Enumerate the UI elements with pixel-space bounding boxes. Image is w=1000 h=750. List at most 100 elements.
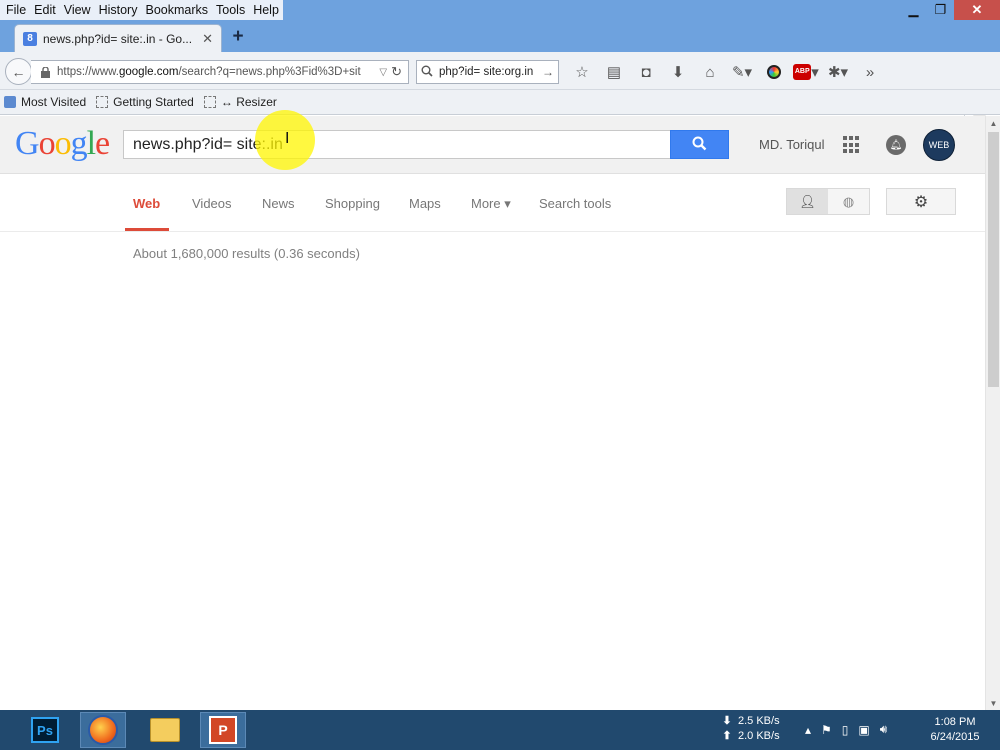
lock-icon [39, 66, 51, 78]
extension-color-icon[interactable] [758, 62, 790, 82]
text-cursor-icon: I [285, 130, 290, 147]
bookmark-resizer[interactable]: ↔ Resizer [203, 95, 277, 109]
upload-arrow-icon: ⬆ [722, 730, 732, 742]
tab-videos[interactable]: Videos [192, 196, 232, 211]
eyedropper-icon[interactable]: ✎▾ [726, 62, 758, 82]
bookmarks-toolbar: Most Visited Getting Started ↔ Resizer [0, 90, 1000, 115]
battery-icon[interactable]: ▯ [842, 723, 849, 737]
network-icon[interactable]: ▣ [858, 723, 869, 737]
tab-maps[interactable]: Maps [409, 196, 441, 211]
folder-icon [150, 718, 180, 742]
download-arrow-icon: ⬇ [722, 715, 732, 727]
network-speed: ⬇ 2.5 KB/s ⬆ 2.0 KB/s [716, 714, 796, 744]
reading-list-icon[interactable]: ▤ [598, 62, 630, 82]
extension-puzzle-icon[interactable]: ✱▾ [822, 62, 854, 82]
scroll-up-icon[interactable]: ▲ [986, 116, 1000, 130]
bookmark-star-icon[interactable]: ☆ [566, 62, 598, 82]
menu-history[interactable]: History [95, 0, 142, 20]
page-icon [203, 96, 216, 108]
search-bar-value: php?id= site:org.in [439, 66, 534, 78]
browser-search-bar[interactable]: php?id= site:org.in → [416, 60, 559, 84]
action-center-icon[interactable]: ⚑ [821, 723, 832, 737]
logo-letter: l [86, 125, 97, 162]
overflow-chevron-icon[interactable]: » [854, 62, 886, 82]
bookmark-most-visited[interactable]: Most Visited [4, 95, 86, 109]
maximize-button[interactable]: ❐ [927, 0, 954, 20]
google-results-page: Google news.php?id= site:.in MD. Toriqul… [0, 116, 985, 710]
close-button[interactable]: ✕ [954, 0, 1000, 20]
back-button[interactable]: ← [5, 58, 32, 85]
reload-icon[interactable]: ↻ [391, 64, 402, 80]
logo-letter: o [54, 125, 72, 162]
adblock-icon[interactable]: ABP ▾ [790, 62, 822, 82]
google-logo[interactable]: Google [15, 125, 110, 163]
most-visited-icon [4, 96, 16, 108]
menu-file[interactable]: File [2, 0, 30, 20]
search-icon [421, 65, 433, 80]
apps-grid-icon[interactable] [843, 136, 861, 154]
volume-icon[interactable]: 🔊︎ [880, 722, 888, 737]
tab-title: news.php?id= site:.in - Go... [43, 31, 193, 46]
search-tools-button[interactable]: Search tools [539, 196, 611, 211]
tab-news[interactable]: News [262, 196, 295, 211]
tab-web[interactable]: Web [133, 196, 160, 211]
personal-results-icon[interactable]: 👤︎ [787, 189, 828, 214]
page-scrollbar[interactable]: ▲ ▼ [985, 116, 1000, 710]
powerpoint-icon: P [209, 716, 237, 744]
search-icon [692, 136, 707, 154]
url-dropdown-icon[interactable]: ▽ [379, 67, 387, 78]
firefox-icon [88, 715, 118, 745]
logo-letter: g [70, 125, 88, 162]
bookmark-getting-started[interactable]: Getting Started [96, 95, 194, 109]
logo-letter: e [95, 125, 110, 162]
address-bar[interactable]: https://www.google.com/search?q=news.php… [31, 60, 409, 84]
window-controls: ▁ ❐ ✕ [900, 0, 1000, 20]
taskbar-firefox[interactable] [80, 712, 126, 748]
system-tray: ▴ ⚑ ▯ ▣ 🔊︎ [800, 722, 892, 737]
search-go-icon[interactable]: → [542, 65, 554, 79]
page-icon [96, 96, 109, 108]
tray-expand-icon[interactable]: ▴ [805, 723, 811, 737]
tab-close-icon[interactable]: ✕ [202, 31, 213, 47]
toolbar-icons: ☆ ▤ ◘ ⬇ ⌂ ✎▾ ABP ▾ ✱▾ » [566, 62, 886, 82]
notifications-bell-icon[interactable]: 🔔︎ [886, 135, 906, 155]
taskbar-photoshop[interactable]: Ps [22, 712, 68, 748]
scroll-down-icon[interactable]: ▼ [986, 696, 1000, 710]
tab-more[interactable]: More ▾ [471, 196, 511, 212]
avatar[interactable]: WEB [923, 129, 955, 161]
url-text: https://www.google.com/search?q=news.php… [57, 66, 361, 78]
logo-letter: o [38, 125, 56, 162]
google-header: Google news.php?id= site:.in MD. Toriqul… [0, 116, 985, 174]
personal-results-toggle: 👤︎ ◍ [786, 188, 870, 215]
photoshop-icon: Ps [31, 717, 59, 743]
google-search-input[interactable]: news.php?id= site:.in [123, 130, 670, 159]
scrollbar-thumb[interactable] [988, 132, 999, 387]
menu-view[interactable]: View [60, 0, 95, 20]
menu-bar: File Edit View History Bookmarks Tools Help [0, 0, 283, 20]
taskbar-clock[interactable]: 1:08 PM 6/24/2015 [920, 715, 990, 745]
taskbar-powerpoint[interactable]: P [200, 712, 246, 748]
minimize-button[interactable]: ▁ [900, 0, 927, 20]
browser-tab[interactable]: 8 news.php?id= site:.in - Go... ✕ [14, 24, 222, 52]
home-icon[interactable]: ⌂ [694, 62, 726, 82]
downloads-icon[interactable]: ⬇ [662, 62, 694, 82]
active-tab-underline [125, 228, 169, 231]
menu-edit[interactable]: Edit [30, 0, 60, 20]
google-favicon-icon: 8 [23, 31, 37, 46]
user-name[interactable]: MD. Toriqul [759, 137, 825, 152]
pocket-icon[interactable]: ◘ [630, 62, 662, 82]
menu-help[interactable]: Help [249, 0, 283, 20]
tab-shopping[interactable]: Shopping [325, 196, 380, 211]
google-search-button[interactable] [670, 130, 729, 159]
taskbar-file-explorer[interactable] [142, 712, 188, 748]
logo-letter: G [15, 125, 40, 162]
result-stats: About 1,680,000 results (0.36 seconds) [133, 246, 360, 261]
global-results-icon[interactable]: ◍ [828, 189, 869, 214]
navigation-toolbar: ← https://www.google.com/search?q=news.p… [0, 52, 1000, 134]
menu-bookmarks[interactable]: Bookmarks [141, 0, 212, 20]
gear-icon[interactable]: ⚙ [886, 188, 956, 215]
new-tab-button[interactable]: + [228, 26, 248, 47]
windows-taskbar: Ps P ⬇ 2.5 KB/s ⬆ 2.0 KB/s ▴ ⚑ ▯ ▣ 🔊︎ 1:08… [0, 710, 1000, 750]
search-category-nav: Web Videos News Shopping Maps More ▾ Sea… [0, 174, 985, 232]
menu-tools[interactable]: Tools [212, 0, 249, 20]
